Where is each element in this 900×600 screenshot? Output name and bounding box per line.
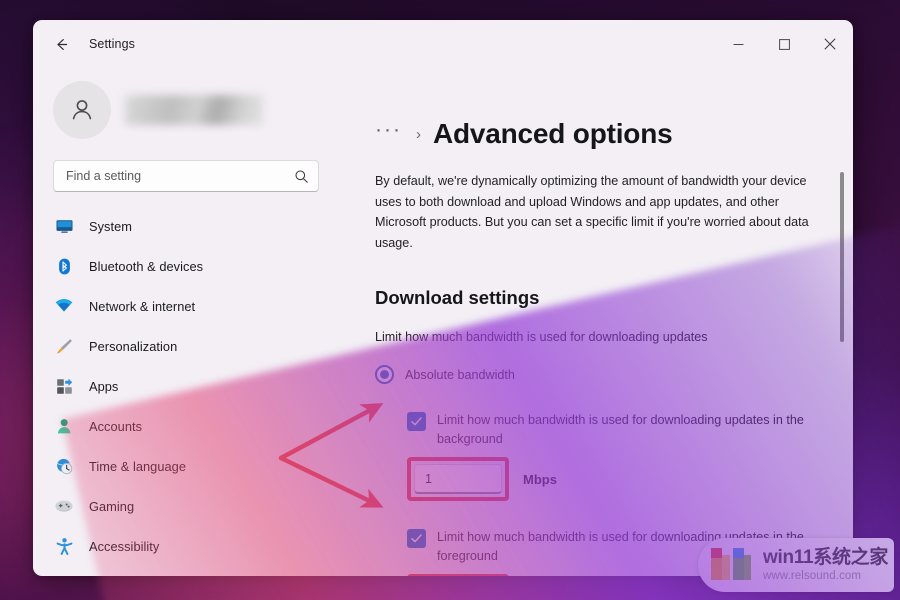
sidebar-item-label: Personalization — [89, 338, 178, 354]
breadcrumb: ··· › Advanced options — [375, 114, 853, 154]
paintbrush-icon — [53, 335, 75, 357]
account-row[interactable] — [33, 68, 341, 144]
content-pane: ··· › Advanced options By default, we're… — [353, 68, 853, 576]
monitor-icon — [53, 215, 75, 237]
back-arrow-icon — [53, 36, 70, 53]
person-icon — [53, 415, 75, 437]
close-button[interactable] — [807, 20, 853, 68]
sidebar-item-label: Accessibility — [89, 538, 160, 554]
search-box[interactable] — [53, 160, 319, 192]
watermark-text: win11系统之家 www.relsound.com — [763, 548, 888, 583]
checkbox-label: Limit how much bandwidth is used for dow… — [437, 413, 804, 446]
checkbox-row-foreground[interactable]: Limit how much bandwidth is used for dow… — [375, 528, 853, 566]
desktop-background: Settings Find a setting System Bluetooth… — [0, 0, 900, 600]
sidebar-item-system[interactable]: System — [41, 206, 333, 246]
account-name-redacted — [125, 95, 263, 125]
sidebar-item-label: Time & language — [89, 458, 187, 474]
radio-label: Absolute bandwidth — [405, 367, 515, 382]
section-subtitle: Limit how much bandwidth is used for dow… — [375, 330, 708, 344]
bandwidth-row-foreground: Mbps — [375, 574, 853, 576]
sidebar-item-label: Gaming — [89, 498, 135, 514]
page-title: Advanced options — [432, 118, 673, 149]
checkbox-checked-icon[interactable] — [407, 529, 426, 548]
sidebar-nav: System Bluetooth & devices Network & int… — [33, 206, 341, 566]
app-title: Settings — [89, 37, 135, 51]
watermark-url: www.relsound.com — [763, 569, 862, 582]
sidebar-item-label: System — [89, 218, 132, 234]
unit-label-background: Mbps — [523, 471, 557, 487]
close-icon — [824, 38, 836, 50]
sidebar-item-accounts[interactable]: Accounts — [41, 406, 333, 446]
sidebar-item-accessibility[interactable]: Accessibility — [41, 526, 333, 566]
bluetooth-icon — [53, 255, 75, 277]
sidebar-item-label: Bluetooth & devices — [89, 258, 204, 274]
radio-absolute-bandwidth[interactable]: Absolute bandwidth — [375, 365, 853, 384]
maximize-button[interactable] — [761, 20, 807, 68]
wifi-icon — [53, 295, 75, 317]
sidebar-item-label: Apps — [89, 378, 119, 394]
sidebar-item-personalization[interactable]: Personalization — [41, 326, 333, 366]
section-title-download-settings: Download settings — [375, 287, 540, 308]
accessibility-person-icon — [53, 535, 75, 557]
sidebar-item-time-language[interactable]: Time & language — [41, 446, 333, 486]
minimize-icon — [733, 39, 744, 50]
window-controls — [715, 20, 853, 68]
content-scrollbar[interactable] — [837, 84, 847, 564]
win11-logo-icon — [708, 543, 754, 588]
annotation-highlight-box-background — [407, 457, 509, 501]
window-body: System Bluetooth & devices — [33, 68, 853, 576]
intro-paragraph: By default, we're dynamically optimizing… — [375, 174, 809, 250]
apps-grid-icon — [53, 375, 75, 397]
breadcrumb-overflow-button[interactable]: ··· — [375, 119, 402, 149]
sidebar-item-bluetooth-devices[interactable]: Bluetooth & devices — [41, 246, 333, 286]
gamepad-icon — [53, 495, 75, 517]
radio-button-selected-icon — [375, 365, 394, 384]
sidebar-item-network-internet[interactable]: Network & internet — [41, 286, 333, 326]
sidebar-item-gaming[interactable]: Gaming — [41, 486, 333, 526]
settings-window: Settings Find a setting System Bluetooth… — [33, 20, 853, 576]
watermark-title: win11系统之家 — [763, 546, 889, 568]
back-button[interactable] — [45, 28, 77, 60]
maximize-icon — [778, 38, 790, 50]
minimize-button[interactable] — [715, 20, 761, 68]
bandwidth-input-background[interactable] — [414, 464, 502, 494]
scrollbar-thumb[interactable] — [840, 172, 844, 342]
annotation-highlight-box-foreground — [407, 574, 509, 576]
clock-globe-icon — [53, 455, 75, 477]
checkbox-row-background[interactable]: Limit how much bandwidth is used for dow… — [375, 411, 853, 449]
title-bar: Settings — [33, 20, 853, 68]
bandwidth-row-background: Mbps — [375, 457, 853, 501]
checkbox-label: Limit how much bandwidth is used for dow… — [437, 530, 804, 563]
chevron-right-icon: › — [415, 125, 421, 143]
sidebar-item-label: Accounts — [89, 418, 143, 434]
annotation-arrow-lower — [278, 455, 384, 508]
checkbox-checked-icon[interactable] — [407, 412, 426, 431]
search-input[interactable] — [66, 169, 294, 183]
sidebar: System Bluetooth & devices — [33, 68, 353, 576]
avatar — [53, 81, 111, 139]
sidebar-item-label: Network & internet — [89, 298, 196, 314]
search-icon — [294, 169, 309, 184]
sidebar-item-apps[interactable]: Apps — [41, 366, 333, 406]
site-watermark: win11系统之家 www.relsound.com — [698, 538, 894, 592]
annotation-arrow-upper — [278, 403, 384, 461]
